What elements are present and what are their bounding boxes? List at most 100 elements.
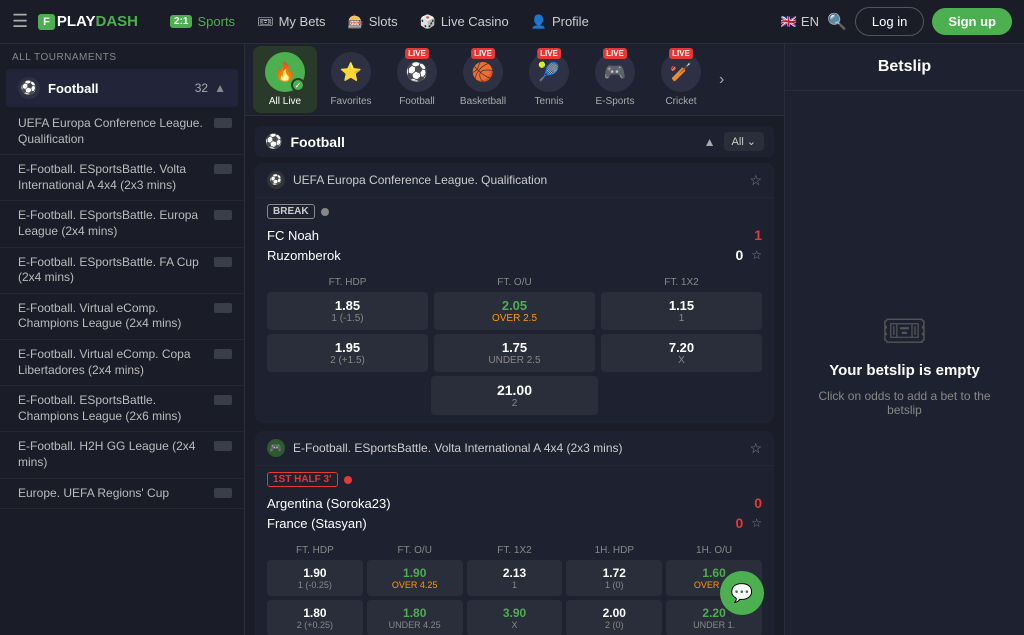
tennis-tab-label: Tennis	[535, 96, 564, 107]
match2-odd-2-1[interactable]: 1.80 2 (+0.25)	[267, 600, 363, 635]
match1-odd-2-2[interactable]: 1.75 UNDER 2.5	[434, 334, 595, 372]
signup-button[interactable]: Sign up	[932, 8, 1012, 35]
match1-odd-1-1[interactable]: 1.85 1 (-1.5)	[267, 292, 428, 330]
sidebar-section-label: ALL TOURNAMENTS	[0, 44, 244, 67]
match1-status-indicator	[321, 208, 329, 216]
search-icon[interactable]: 🔍	[827, 12, 847, 32]
sidebar-list-item[interactable]: E-Football. ESportsBattle. Champions Lea…	[0, 386, 244, 432]
match2-odds-row1: 1.90 1 (-0.25) 1.90 OVER 4.25 2.13 1 1	[267, 560, 762, 596]
sidebar-list-item[interactable]: E-Football. ESportsBattle. Volta Interna…	[0, 155, 244, 201]
tab-favorites[interactable]: ⭐ Favorites	[319, 46, 383, 113]
login-button[interactable]: Log in	[855, 7, 924, 36]
chat-bubble[interactable]: 💬	[720, 571, 764, 615]
match1-league-icon: ⚽	[267, 171, 285, 189]
match1-odd-1-3[interactable]: 1.15 1	[601, 292, 762, 330]
match1-more-odds-main: 21.00	[435, 382, 593, 398]
sidebar-item-text: E-Football. ESportsBattle. Europa League…	[18, 208, 208, 239]
football-sport-icon: ⚽	[18, 77, 40, 99]
match1-odd-2-3-sub: X	[605, 355, 758, 366]
tab-cricket[interactable]: 🏏 LIVE Cricket	[649, 46, 713, 113]
match1-team1-score: 1	[754, 227, 762, 243]
match1-teams: FC Noah 1 Ruzomberok 0 ☆	[255, 221, 774, 269]
match2-odd-2-4-sub: 2 (0)	[569, 620, 659, 630]
sidebar-item-icon	[214, 303, 232, 313]
sidebar-list-item[interactable]: E-Football. Virtual eComp. Copa Libertad…	[0, 340, 244, 386]
tab-football[interactable]: ⚽ LIVE Football	[385, 46, 449, 113]
match1-more-odds-btn[interactable]: 21.00 2	[431, 376, 597, 415]
match1-odd-1-2-main: 2.05	[438, 298, 591, 313]
sidebar-item-text: E-Football. H2H GG League (2x4 mins)	[18, 439, 208, 470]
match1-odd-2-1[interactable]: 1.95 2 (+1.5)	[267, 334, 428, 372]
match2-odd-1-2-sub: OVER 4.25	[370, 580, 460, 590]
match2-team2-score-area: 0 ☆	[735, 515, 762, 531]
match1-odd-1-1-main: 1.85	[271, 298, 424, 313]
match1-fav-icon[interactable]: ☆	[749, 172, 762, 189]
match2-odd-1-1[interactable]: 1.90 1 (-0.25)	[267, 560, 363, 596]
all-live-icon-wrap: 🔥 ✓	[265, 52, 305, 92]
sidebar-list-item[interactable]: E-Football. H2H GG League (2x4 mins)	[0, 432, 244, 478]
match1-header: ⚽ UEFA Europa Conference League. Qualifi…	[255, 163, 774, 198]
sidebar-list-item[interactable]: UEFA Europa Conference League. Qualifica…	[0, 109, 244, 155]
match2-odd-1-3[interactable]: 2.13 1	[467, 560, 563, 596]
match2-odd-2-3[interactable]: 3.90 X	[467, 600, 563, 635]
sidebar-item-text: E-Football. ESportsBattle. Volta Interna…	[18, 162, 208, 193]
match2-odds-table: FT. HDP FT. O/U FT. 1X2 1H. HDP 1H. O/U …	[255, 537, 774, 635]
match1-fav2-icon[interactable]: ☆	[751, 248, 762, 262]
sidebar-item-text: UEFA Europa Conference League. Qualifica…	[18, 116, 208, 147]
match2-odd-1-4[interactable]: 1.72 1 (0)	[566, 560, 662, 596]
football-section-title: Football	[290, 134, 703, 150]
match2-fav-icon[interactable]: ☆	[749, 440, 762, 457]
sidebar-item-icon	[214, 395, 232, 405]
match2-fav2-icon[interactable]: ☆	[751, 516, 762, 530]
match2-team1-name: Argentina (Soroka23)	[267, 496, 391, 511]
cricket-live-badge: LIVE	[669, 48, 693, 59]
tab-tennis[interactable]: 🎾 LIVE Tennis	[517, 46, 581, 113]
app-header: ☰ F PLAYDASH 2:1 Sports 🎟 My Bets 🎰 Slot…	[0, 0, 1024, 44]
nav-item-slots[interactable]: 🎰 Slots	[338, 8, 408, 36]
match1-team1-row: FC Noah 1	[267, 225, 762, 245]
match2-odd-2-4[interactable]: 2.00 2 (0)	[566, 600, 662, 635]
sidebar-list-item[interactable]: E-Football. ESportsBattle. FA Cup (2x4 m…	[0, 248, 244, 294]
match2-odd-1-2-main: 1.90	[370, 566, 460, 580]
match2-odd-1-4-main: 1.72	[569, 566, 659, 580]
chat-icon: 💬	[731, 583, 753, 604]
sidebar-list-item[interactable]: Europe. UEFA Regions' Cup	[0, 479, 244, 510]
betslip-empty-title: Your betslip is empty	[829, 362, 980, 379]
match1-odds-row1: 1.85 1 (-1.5) 2.05 OVER 2.5 1.15 1	[267, 292, 762, 330]
nav-item-profile[interactable]: 👤 Profile	[521, 8, 599, 36]
sidebar-list-item[interactable]: E-Football. ESportsBattle. Europa League…	[0, 201, 244, 247]
sidebar-item-text: E-Football. Virtual eComp. Champions Lea…	[18, 301, 208, 332]
betslip-panel: Betslip 🎟 Your betslip is empty Click on…	[784, 44, 1024, 635]
tennis-icon-wrap: 🎾 LIVE	[529, 52, 569, 92]
match2-odd-2-2[interactable]: 1.80 UNDER 4.25	[367, 600, 463, 635]
match2-team2-row: France (Stasyan) 0 ☆	[267, 513, 762, 533]
nav-item-live-casino[interactable]: 🎲 Live Casino	[410, 8, 519, 36]
nav-item-sports[interactable]: 2:1 Sports	[160, 8, 245, 35]
sidebar-list-item[interactable]: E-Football. Virtual eComp. Champions Lea…	[0, 294, 244, 340]
collapse-icon[interactable]: ▲	[704, 135, 716, 149]
match1-odd-2-2-main: 1.75	[438, 340, 591, 355]
betslip-empty-desc: Click on odds to add a bet to the betsli…	[805, 389, 1004, 417]
tab-basketball[interactable]: 🏀 LIVE Basketball	[451, 46, 515, 113]
match1-col1-label: FT. HDP	[267, 277, 428, 288]
sidebar-category-football[interactable]: ⚽ Football 32 ▲	[6, 69, 238, 107]
basketball-icon-wrap: 🏀 LIVE	[463, 52, 503, 92]
match1-odd-1-2[interactable]: 2.05 OVER 2.5	[434, 292, 595, 330]
logo-icon: F	[38, 14, 55, 30]
match2-odd-1-2[interactable]: 1.90 OVER 4.25	[367, 560, 463, 596]
content-area: 🔥 ✓ All Live ⭐ Favorites ⚽ LIVE Football	[245, 44, 784, 635]
lang-selector[interactable]: 🇬🇧 EN	[781, 14, 819, 30]
logo: F PLAYDASH	[38, 13, 138, 30]
match1-odd-2-3[interactable]: 7.20 X	[601, 334, 762, 372]
nav-item-my-bets[interactable]: 🎟 My Bets	[247, 8, 335, 36]
all-filter-button[interactable]: All ⌄	[724, 132, 764, 151]
match2-odds-row2: 1.80 2 (+0.25) 1.80 UNDER 4.25 3.90 X	[267, 600, 762, 635]
match1-odd-2-1-sub: 2 (+1.5)	[271, 355, 424, 366]
menu-icon[interactable]: ☰	[12, 11, 28, 32]
profile-label: Profile	[552, 14, 589, 29]
match2-odd-1-1-main: 1.90	[270, 566, 360, 580]
cricket-tab-label: Cricket	[665, 96, 696, 107]
tab-esports[interactable]: 🎮 LIVE E-Sports	[583, 46, 647, 113]
tab-all-live[interactable]: 🔥 ✓ All Live	[253, 46, 317, 113]
tabs-next-icon[interactable]: ›	[719, 71, 724, 89]
